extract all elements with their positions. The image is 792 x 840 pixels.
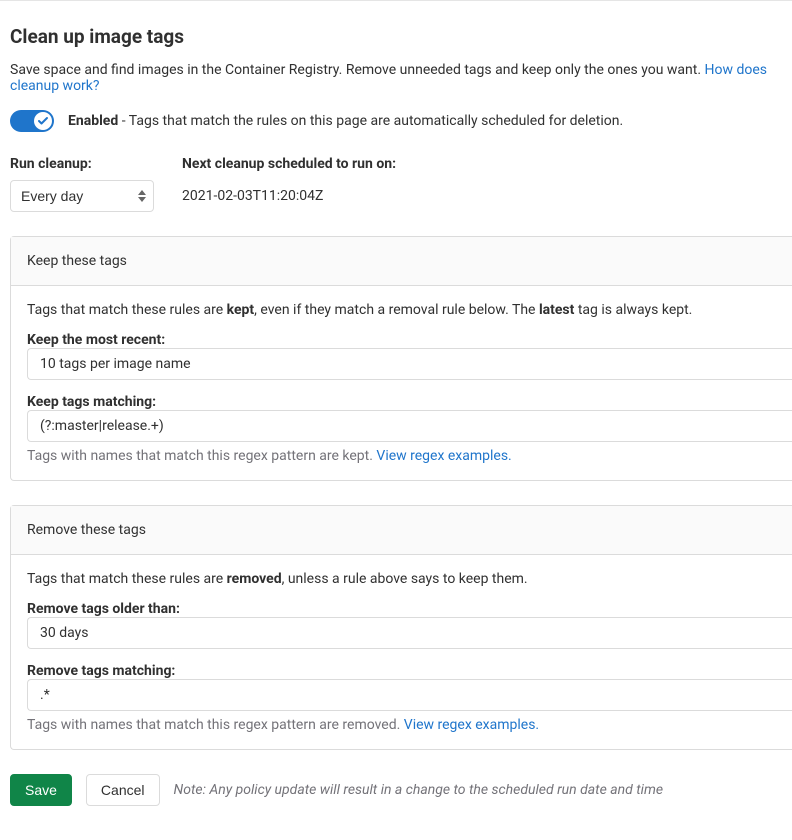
remove-tags-matching-input-wrap xyxy=(27,679,792,711)
check-icon xyxy=(37,115,49,127)
toggle-knob xyxy=(34,112,52,130)
remove-older-than-value: 30 days xyxy=(40,625,88,641)
keep-tags-matching-label: Keep tags matching: xyxy=(27,394,156,410)
enabled-label-desc: - Tags that match the rules on this page… xyxy=(118,113,623,129)
remove-matching-help: Tags with names that match this regex pa… xyxy=(27,717,776,733)
keep-regex-examples-link[interactable]: View regex examples. xyxy=(376,448,511,464)
remove-older-than-label: Remove tags older than: xyxy=(27,601,180,617)
remove-tags-matching-input[interactable] xyxy=(40,687,780,703)
run-cleanup-select[interactable]: Every day xyxy=(10,180,154,212)
keep-tags-matching-input[interactable] xyxy=(40,418,780,434)
enabled-label-strong: Enabled xyxy=(68,113,118,129)
keep-matching-help: Tags with names that match this regex pa… xyxy=(27,448,776,464)
keep-tags-panel: Keep these tags Tags that match these ru… xyxy=(10,236,792,481)
remove-tags-matching-label: Remove tags matching: xyxy=(27,663,175,679)
enabled-toggle[interactable] xyxy=(10,110,54,132)
keep-panel-intro: Tags that match these rules are kept, ev… xyxy=(27,302,776,318)
keep-tags-matching-input-wrap xyxy=(27,410,792,442)
page-description: Save space and find images in the Contai… xyxy=(10,62,782,94)
next-cleanup-value: 2021-02-03T11:20:04Z xyxy=(182,180,396,212)
footer-note: Note: Any policy update will result in a… xyxy=(174,782,664,798)
remove-tags-panel: Remove these tags Tags that match these … xyxy=(10,505,792,750)
cancel-button[interactable]: Cancel xyxy=(86,774,160,806)
keep-panel-header: Keep these tags xyxy=(11,237,792,286)
keep-most-recent-label: Keep the most recent: xyxy=(27,332,165,348)
remove-older-than-select[interactable]: 30 days xyxy=(27,617,792,649)
run-cleanup-label: Run cleanup: xyxy=(10,156,154,172)
remove-panel-intro: Tags that match these rules are removed,… xyxy=(27,571,776,587)
toggle-label: Enabled - Tags that match the rules on t… xyxy=(68,113,623,129)
keep-most-recent-select[interactable]: 10 tags per image name xyxy=(27,348,792,380)
description-text: Save space and find images in the Contai… xyxy=(10,62,705,78)
keep-most-recent-value: 10 tags per image name xyxy=(40,356,191,372)
next-cleanup-label: Next cleanup scheduled to run on: xyxy=(182,156,396,172)
page-title: Clean up image tags xyxy=(10,25,782,48)
save-button[interactable]: Save xyxy=(10,774,72,806)
remove-panel-header: Remove these tags xyxy=(11,506,792,555)
remove-regex-examples-link[interactable]: View regex examples. xyxy=(404,717,539,733)
